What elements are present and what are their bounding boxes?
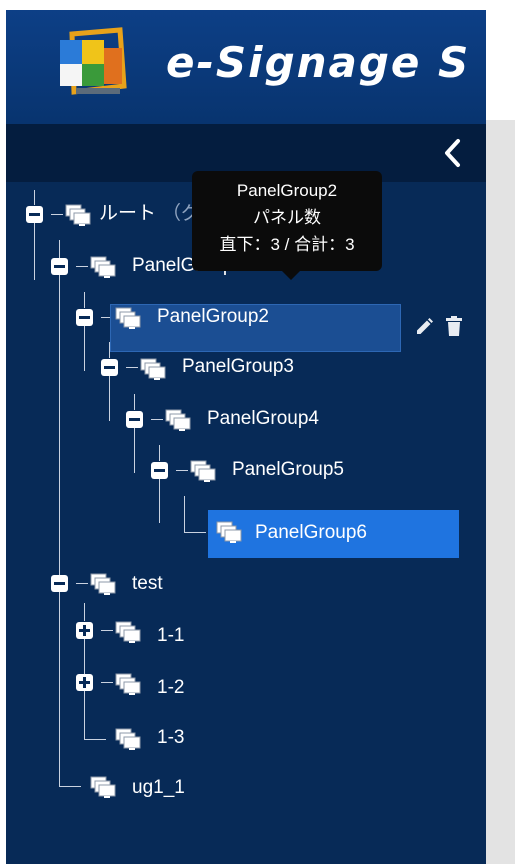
panel-group-icon bbox=[115, 728, 141, 750]
panel-group-icon bbox=[115, 307, 141, 329]
tree-line bbox=[84, 292, 85, 308]
app-title: e-Signage S bbox=[166, 38, 471, 87]
tree-line bbox=[109, 375, 110, 421]
pencil-icon[interactable] bbox=[414, 317, 434, 337]
expand-toggle-1-2[interactable] bbox=[76, 674, 93, 691]
tree-line bbox=[59, 240, 60, 258]
tree-line bbox=[126, 367, 138, 368]
panel-group-icon bbox=[190, 460, 216, 482]
tree-line bbox=[134, 394, 135, 410]
panel-group-icon bbox=[140, 358, 166, 380]
tree-node-panelgroup2[interactable]: PanelGroup2 bbox=[157, 305, 269, 329]
tree-node-panelgroup6[interactable]: PanelGroup6 bbox=[255, 521, 367, 545]
tree-line bbox=[76, 266, 88, 267]
tree-node-test[interactable]: test bbox=[132, 572, 163, 596]
collapse-toggle-panelgroup5[interactable] bbox=[151, 462, 168, 479]
tooltip-counts: 直下：3 / 合計：3 bbox=[219, 235, 355, 254]
tooltip-title: PanelGroup2 bbox=[236, 181, 338, 200]
tooltip-arrow bbox=[282, 271, 300, 280]
tree-line bbox=[84, 691, 85, 739]
tree-line bbox=[84, 639, 85, 674]
collapse-toggle-test[interactable] bbox=[51, 575, 68, 592]
panel-group-icon bbox=[90, 256, 116, 278]
collapse-toggle-panelgroup1[interactable] bbox=[51, 258, 68, 275]
collapse-toggle-panelgroup3[interactable] bbox=[101, 359, 118, 376]
sidebar: e-Signage S ルート PanelGroup1 PanelGroup2 … bbox=[6, 10, 486, 864]
app-header: e-Signage S bbox=[6, 10, 486, 124]
tree-line bbox=[176, 470, 188, 471]
tree-line bbox=[151, 419, 163, 420]
panel-group-icon bbox=[90, 776, 116, 798]
tree-node-1-2[interactable]: 1-2 bbox=[157, 676, 184, 700]
app-window: e-Signage S ルート PanelGroup1 PanelGroup2 … bbox=[0, 0, 515, 864]
panel-group-icon bbox=[165, 409, 191, 431]
tree-node-panelgroup3[interactable]: PanelGroup3 bbox=[182, 355, 294, 379]
tree-node-1-1[interactable]: 1-1 bbox=[157, 624, 184, 648]
panel-group-icon bbox=[90, 573, 116, 595]
tree-node-1-3[interactable]: 1-3 bbox=[157, 726, 184, 750]
collapse-toggle-panelgroup4[interactable] bbox=[126, 411, 143, 428]
tree-line bbox=[76, 583, 88, 584]
tree-line bbox=[34, 190, 35, 205]
node-tooltip: PanelGroup2 パネル数 直下：3 / 合計：3 bbox=[192, 171, 382, 271]
tooltip-heading: パネル数 bbox=[253, 208, 321, 227]
panel-group-icon bbox=[216, 521, 242, 543]
tree-line bbox=[184, 496, 185, 532]
tree-line bbox=[84, 739, 106, 740]
app-logo-icon bbox=[60, 27, 127, 95]
tree-node-panelgroup4[interactable]: PanelGroup4 bbox=[207, 407, 319, 431]
chevron-left-icon[interactable] bbox=[436, 134, 470, 172]
tree-line bbox=[51, 214, 63, 215]
tree-line bbox=[84, 603, 85, 621]
tree-line bbox=[59, 786, 81, 787]
tree-line bbox=[101, 682, 113, 683]
tree-line bbox=[159, 478, 160, 523]
panel-group-icon bbox=[115, 673, 141, 695]
tree-node-ug1-1[interactable]: ug1_1 bbox=[132, 776, 185, 800]
trash-icon[interactable] bbox=[445, 316, 463, 337]
tree-line bbox=[59, 592, 60, 786]
content-panel bbox=[486, 120, 515, 864]
tree-line bbox=[34, 222, 35, 280]
tree-line bbox=[159, 445, 160, 461]
collapse-toggle-panelgroup2[interactable] bbox=[76, 309, 93, 326]
tree-node-panelgroup5[interactable]: PanelGroup5 bbox=[232, 458, 344, 482]
tree-line bbox=[101, 630, 113, 631]
tree-line bbox=[84, 325, 85, 371]
expand-toggle-1-1[interactable] bbox=[76, 622, 93, 639]
tree-line bbox=[59, 275, 60, 581]
group-tree: ルート（グループなし） PanelGroup1 PanelGroup2 Pane… bbox=[6, 182, 486, 864]
panel-group-icon bbox=[115, 621, 141, 643]
collapse-toggle-root[interactable] bbox=[26, 206, 43, 223]
panel-group-icon bbox=[65, 204, 91, 226]
tree-line bbox=[184, 532, 206, 533]
tree-line bbox=[134, 427, 135, 473]
